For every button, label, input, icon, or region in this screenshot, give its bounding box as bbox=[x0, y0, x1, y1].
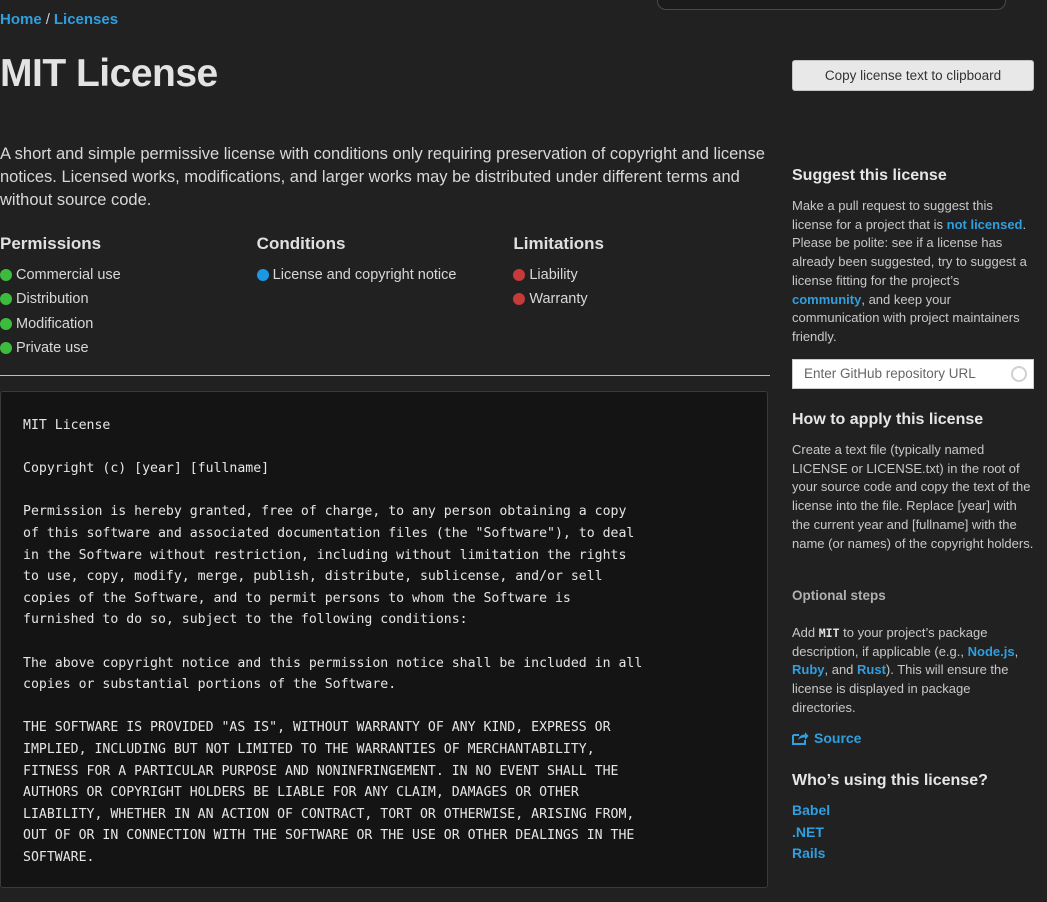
repo-url-input[interactable] bbox=[793, 360, 1004, 386]
project-link-babel[interactable]: Babel bbox=[792, 802, 830, 818]
not-licensed-link[interactable]: not licensed bbox=[947, 217, 1023, 232]
breadcrumb: Home / Licenses bbox=[0, 11, 118, 28]
license-rules: Permissions Commercial use Distribution … bbox=[0, 234, 770, 360]
breadcrumb-licenses-link[interactable]: Licenses bbox=[54, 11, 118, 28]
copy-license-button[interactable]: Copy license text to clipboard bbox=[792, 60, 1034, 91]
spinner-icon bbox=[1011, 366, 1027, 382]
license-text[interactable]: MIT License Copyright (c) [year] [fullna… bbox=[1, 392, 767, 868]
community-link[interactable]: community bbox=[792, 292, 861, 307]
conditions-column: Conditions License and copyright notice bbox=[256, 234, 514, 360]
permission-item: Private use bbox=[0, 336, 257, 360]
list-item: .NET bbox=[792, 822, 830, 844]
list-item: Rails bbox=[792, 843, 830, 865]
green-dot-icon bbox=[0, 342, 12, 355]
suggest-text: Make a pull request to suggest this lice… bbox=[792, 198, 1027, 344]
apply-text: Create a text file (typically named LICE… bbox=[792, 442, 1034, 551]
red-dot-icon bbox=[513, 269, 526, 282]
permission-item: Commercial use bbox=[0, 263, 257, 287]
red-dot-icon bbox=[513, 293, 526, 306]
limitation-item: Liability bbox=[513, 263, 770, 287]
permissions-column: Permissions Commercial use Distribution … bbox=[0, 234, 257, 360]
optional-steps-heading: Optional steps bbox=[792, 588, 886, 603]
suggest-heading: Suggest this license bbox=[792, 167, 947, 184]
using-heading: Who’s using this license? bbox=[792, 772, 988, 789]
blue-dot-icon bbox=[256, 269, 269, 282]
ruby-link[interactable]: Ruby bbox=[792, 662, 825, 677]
top-search-bar[interactable] bbox=[657, 0, 1006, 10]
license-text-box: MIT License Copyright (c) [year] [fullna… bbox=[0, 391, 768, 888]
section-divider bbox=[0, 375, 770, 376]
condition-item: License and copyright notice bbox=[256, 263, 514, 287]
limitation-item: Warranty bbox=[513, 287, 770, 311]
breadcrumb-separator: / bbox=[45, 11, 50, 28]
page: Home / Licenses MIT License A short and si… bbox=[0, 0, 1047, 902]
apply-heading: How to apply this license bbox=[792, 411, 984, 428]
green-dot-icon bbox=[0, 293, 12, 306]
rust-link[interactable]: Rust bbox=[857, 662, 886, 677]
permissions-heading: Permissions bbox=[0, 234, 102, 253]
using-list: Babel .NET Rails bbox=[792, 800, 830, 865]
project-link-rails[interactable]: Rails bbox=[792, 845, 825, 861]
breadcrumb-home-link[interactable]: Home bbox=[0, 11, 42, 28]
nodejs-link[interactable]: Node.js bbox=[968, 644, 1015, 659]
mit-code: MIT bbox=[818, 626, 840, 640]
permission-item: Distribution bbox=[0, 287, 257, 311]
green-dot-icon bbox=[0, 317, 12, 330]
source-link[interactable]: Source bbox=[792, 730, 861, 746]
page-title: MIT License bbox=[0, 52, 218, 95]
optional-steps-text: Add MIT to your project’s package descri… bbox=[792, 625, 1019, 715]
external-link-icon bbox=[792, 732, 809, 745]
green-dot-icon bbox=[0, 269, 12, 282]
project-link-dotnet[interactable]: .NET bbox=[792, 824, 824, 840]
permission-item: Modification bbox=[0, 312, 257, 336]
repo-url-field bbox=[792, 359, 1034, 389]
license-description: A short and simple permissive license wi… bbox=[0, 145, 765, 209]
limitations-column: Limitations Liability Warranty bbox=[513, 234, 770, 360]
list-item: Babel bbox=[792, 800, 830, 822]
conditions-heading: Conditions bbox=[256, 234, 346, 253]
limitations-heading: Limitations bbox=[513, 234, 605, 253]
